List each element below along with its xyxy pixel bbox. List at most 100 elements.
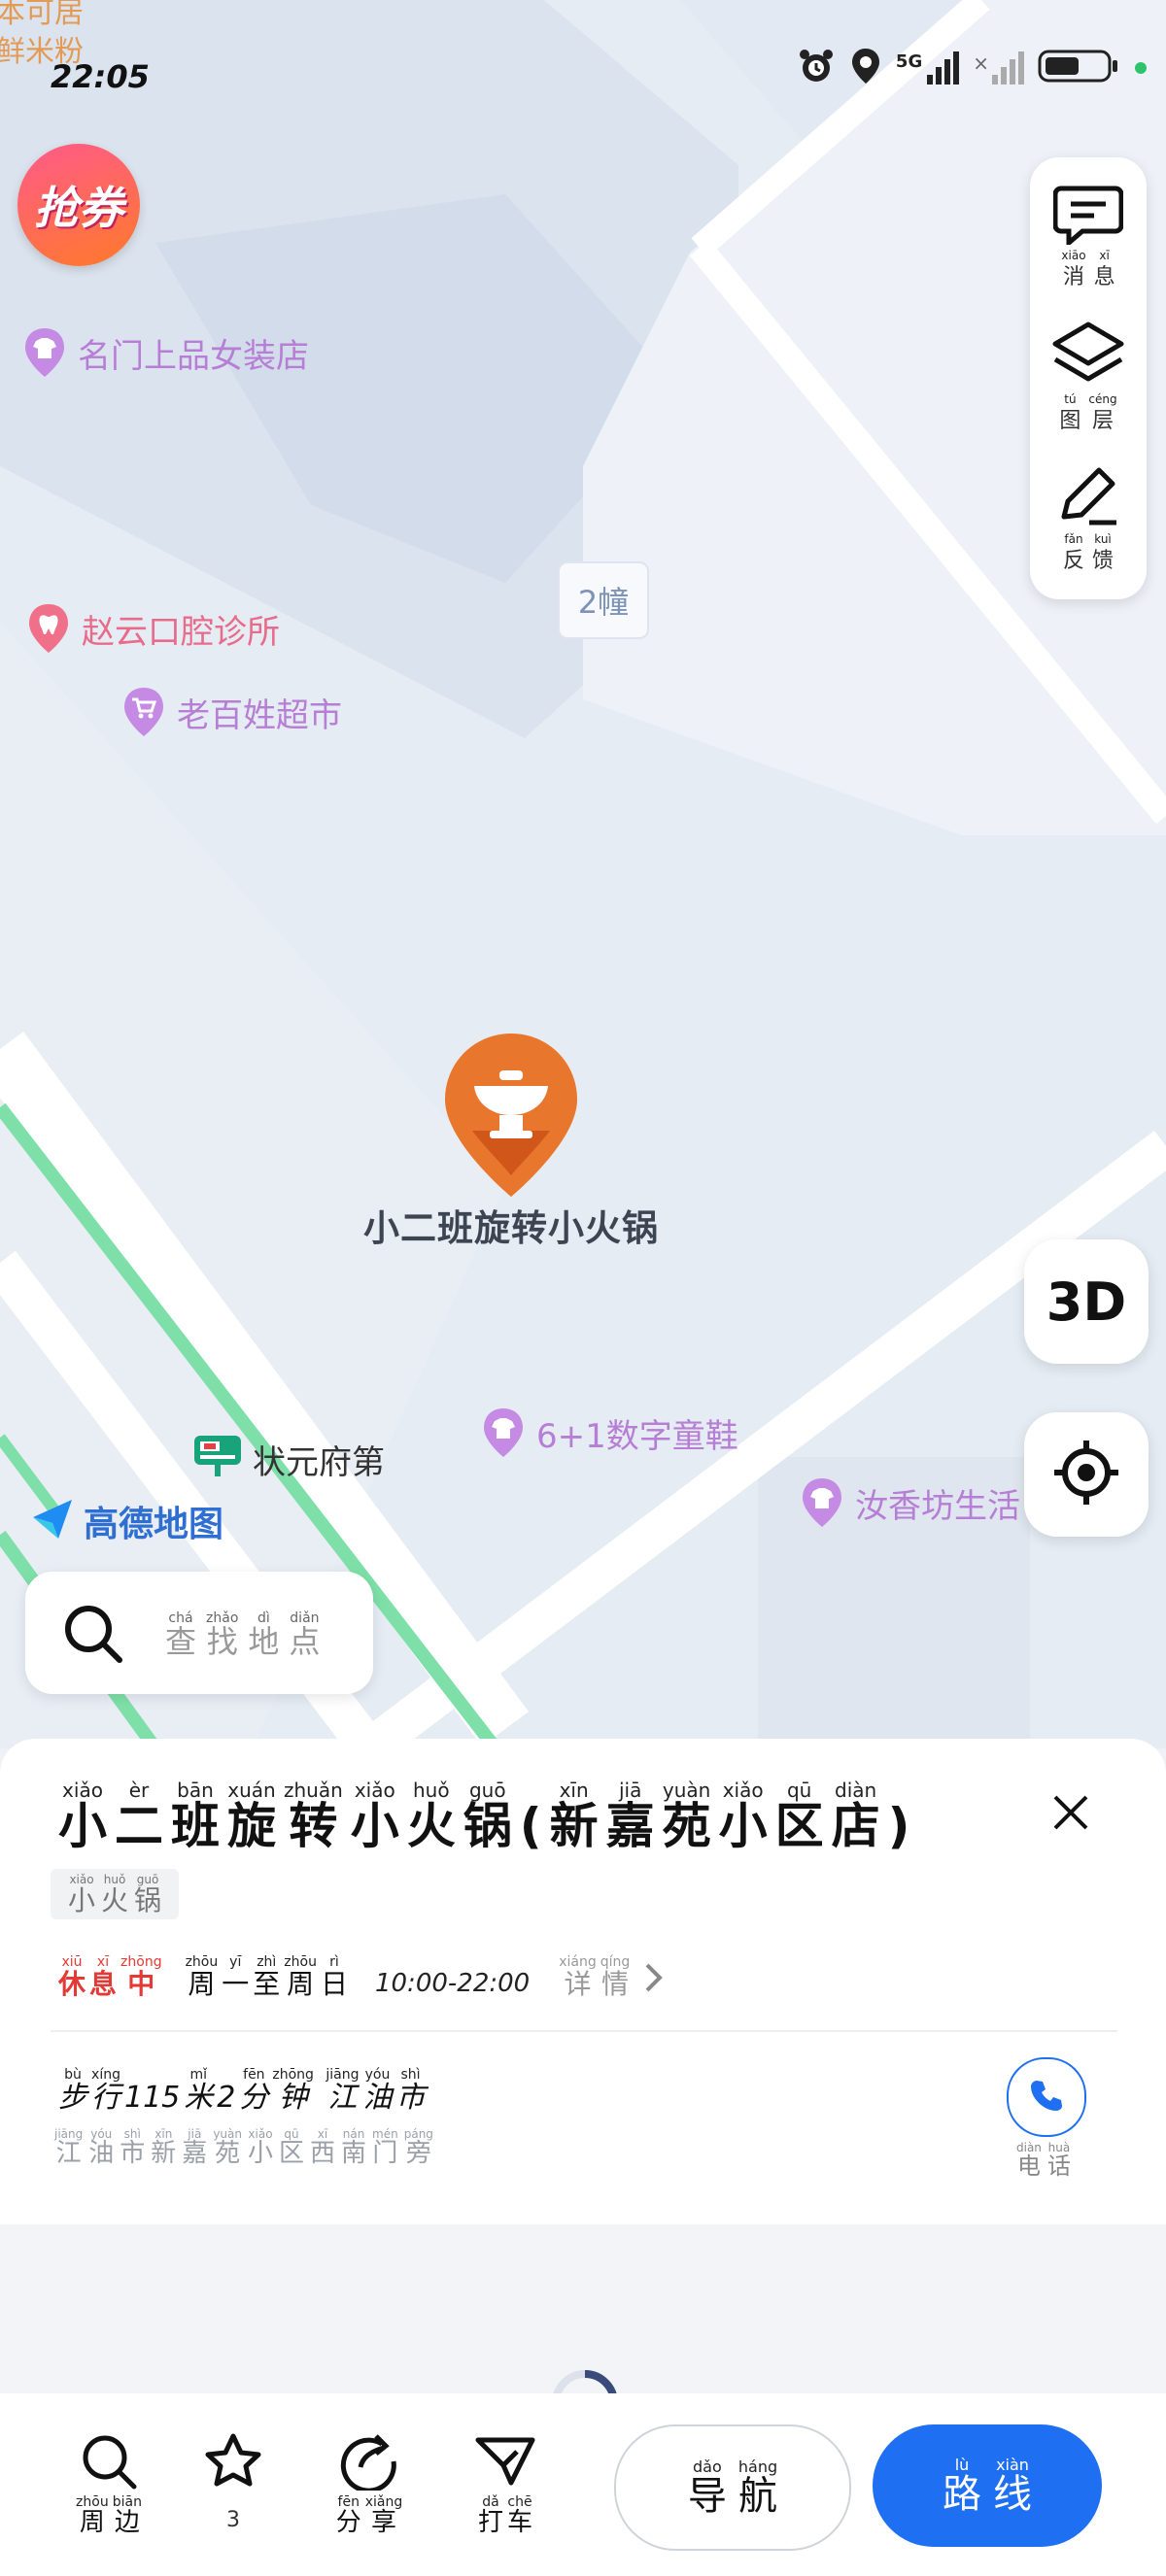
chevron-right-icon xyxy=(643,1961,665,1998)
favorite-button[interactable]: 3 xyxy=(185,2432,282,2532)
hanzi-char: ) xyxy=(887,1798,910,1854)
hanzi-char: 嘉 xyxy=(182,2139,208,2168)
hanzi-char: 小 xyxy=(247,2139,273,2168)
phone-button[interactable] xyxy=(1007,2057,1086,2137)
signal-no-service-icon: × xyxy=(973,51,1024,85)
ruby-char: zhōu 周 xyxy=(76,2494,109,2536)
ruby-char: mén 门 xyxy=(372,2127,398,2167)
ruby-char: xiū 休 xyxy=(58,1954,86,1998)
ruby-char: zhōng 钟 xyxy=(272,2067,314,2114)
ruby-char: qíng 情 xyxy=(600,1954,631,1998)
ruby-char: yuàn 苑 xyxy=(213,2127,242,2167)
business-hours-row[interactable]: xiū 休 xī 息 zhōng 中 zhōu 周 yī 一 zhì 至 zhōu 周 rì 日 10:00… xyxy=(58,1954,665,1998)
hanzi-char: 小 xyxy=(58,1798,107,1854)
poi-clothing-store[interactable]: 名门上品女装店 xyxy=(21,326,309,379)
building-label: 2幢 xyxy=(558,561,649,639)
details-link[interactable]: xiáng 详 qíng 情 xyxy=(559,1954,630,1998)
hanzi-char: 门 xyxy=(372,2139,398,2168)
hanzi-char: 西 xyxy=(310,2139,336,2168)
hanzi-char: 市 xyxy=(395,2081,426,2115)
hanzi-char: 锅 xyxy=(463,1798,512,1854)
hanzi-char: 火 xyxy=(406,1798,456,1854)
pinyin-annotation xyxy=(318,2098,322,2114)
poi-life-store[interactable]: 汝香坊生活 xyxy=(799,1476,1020,1529)
location-icon xyxy=(849,47,882,89)
ruby-char: shì 市 xyxy=(395,2067,425,2114)
ruby-char: xiáng 详 xyxy=(559,1954,597,1998)
cart-icon xyxy=(120,686,167,738)
ruby-char: bān 班 xyxy=(171,1779,220,1852)
category-tag: xiǎo 小 huǒ 火 guō 锅 xyxy=(51,1869,180,1919)
share-button[interactable]: fēn 分 xiǎng 享 xyxy=(321,2432,418,2536)
status-bar: 本可居 鲜米粉 22:05 5G × xyxy=(0,0,1166,126)
selected-place-label: 小二班旋转小火锅 xyxy=(363,1207,659,1249)
hanzi-char: 息 xyxy=(89,1968,118,2000)
hanzi-char: ( xyxy=(519,1798,542,1854)
address: jiāng 江 yóu 油 shì 市 xīn 新 jiā 嘉 yuàn 苑 xiǎo 小 qū 区 xī 西 ná… xyxy=(54,2127,433,2167)
ruby-char: fēn 分 xyxy=(239,2067,268,2114)
poi-supermarket[interactable]: 老百姓超市 xyxy=(120,686,342,738)
poi-residence[interactable]: 状元府第 xyxy=(192,1432,385,1487)
ruby-char: huǒ 火 xyxy=(101,1873,128,1915)
ruby-char: biān 边 xyxy=(113,2494,142,2536)
hanzi-char: 油 xyxy=(88,2139,115,2168)
ruby-char: 2 xyxy=(217,2067,235,2114)
battery-icon xyxy=(1038,47,1121,89)
tooth-icon xyxy=(25,602,72,655)
layers-button[interactable]: tú 图 céng 层 xyxy=(1030,321,1147,432)
hanzi-char: 二 xyxy=(115,1798,163,1854)
3d-view-button[interactable]: 3D xyxy=(1024,1239,1149,1364)
taxi-arrow-icon xyxy=(474,2437,536,2494)
ruby-char: ) xyxy=(888,1779,910,1852)
ruby-char: zhōu 周 xyxy=(284,1954,317,1998)
messages-button[interactable]: xiāo 消 xī 息 xyxy=(1030,185,1147,288)
nearby-button[interactable]: zhōu 周 biān 边 xyxy=(60,2432,157,2536)
hanzi-char: 店 xyxy=(831,1798,880,1854)
clock-time: 22:05 xyxy=(51,58,150,95)
hanzi-char: 详 xyxy=(564,1968,592,2000)
hanzi-char: 行 xyxy=(91,2081,120,2115)
route-button[interactable]: lù 路 xiàn 线 xyxy=(873,2424,1102,2547)
close-button[interactable] xyxy=(1049,1791,1092,1838)
ruby-char: nán 南 xyxy=(341,2127,366,2167)
search-place-box[interactable]: chá 查 zhǎo 找 dì 地 diǎn 点 xyxy=(25,1572,373,1694)
taxi-button[interactable]: dǎ 打 chē 车 xyxy=(457,2432,554,2536)
selected-place-marker[interactable] xyxy=(439,1030,583,1201)
hanzi-char: 苑 xyxy=(215,2139,241,2168)
charging-dot-icon xyxy=(1135,62,1147,74)
place-title: xiǎo 小 èr 二 bān 班 xuán 旋 zhuǎn 转 xiǎo 小 huǒ 火 guō 锅 (xī… xyxy=(58,1779,910,1852)
hanzi-char: 电 xyxy=(1016,2152,1041,2180)
hanzi-char: 周 xyxy=(188,1968,216,2000)
hanzi-char: 路 xyxy=(943,2472,981,2517)
feedback-button[interactable]: fǎn 反 kuì 馈 xyxy=(1030,464,1147,572)
residence-icon xyxy=(192,1432,243,1487)
close-icon xyxy=(1049,1795,1092,1838)
ruby-char: páng 旁 xyxy=(404,2127,433,2167)
divider xyxy=(51,2030,1117,2032)
poi-kids-shoes[interactable]: 6+1数字童鞋 xyxy=(480,1407,738,1459)
hanzi-char: 打 xyxy=(477,2508,503,2537)
ruby-char: diàn 店 xyxy=(832,1779,880,1852)
ruby-char: qū 区 xyxy=(279,2127,304,2167)
hanzi-char: 中 xyxy=(127,1968,155,2000)
hanzi-char: 话 xyxy=(1046,2152,1071,2180)
edit-pencil-icon xyxy=(1054,467,1122,532)
search-icon xyxy=(62,1603,124,1669)
poi-dental-clinic[interactable]: 赵云口腔诊所 xyxy=(25,602,280,655)
ruby-char: xiǎng 享 xyxy=(365,2494,403,2536)
share-icon xyxy=(339,2434,399,2494)
locate-me-button[interactable] xyxy=(1024,1412,1149,1537)
navigate-button[interactable]: dǎo 导 háng 航 xyxy=(614,2424,851,2551)
search-icon xyxy=(80,2435,138,2494)
star-icon xyxy=(203,2433,263,2494)
coupon-button[interactable]: 抢券 xyxy=(17,144,140,266)
hanzi-char: 小 xyxy=(718,1798,768,1854)
ruby-char: mǐ 米 xyxy=(184,2067,213,2114)
hanzi-char: 周 xyxy=(287,1968,315,2000)
hanzi-char: 边 xyxy=(114,2508,140,2537)
ruby-char: yóu 油 xyxy=(88,2127,114,2167)
phone-icon xyxy=(1029,2078,1064,2117)
hanzi-char: 转 xyxy=(289,1798,338,1854)
hanzi-char: 航 xyxy=(738,2474,777,2519)
ruby-char: huǒ 火 xyxy=(407,1779,456,1852)
